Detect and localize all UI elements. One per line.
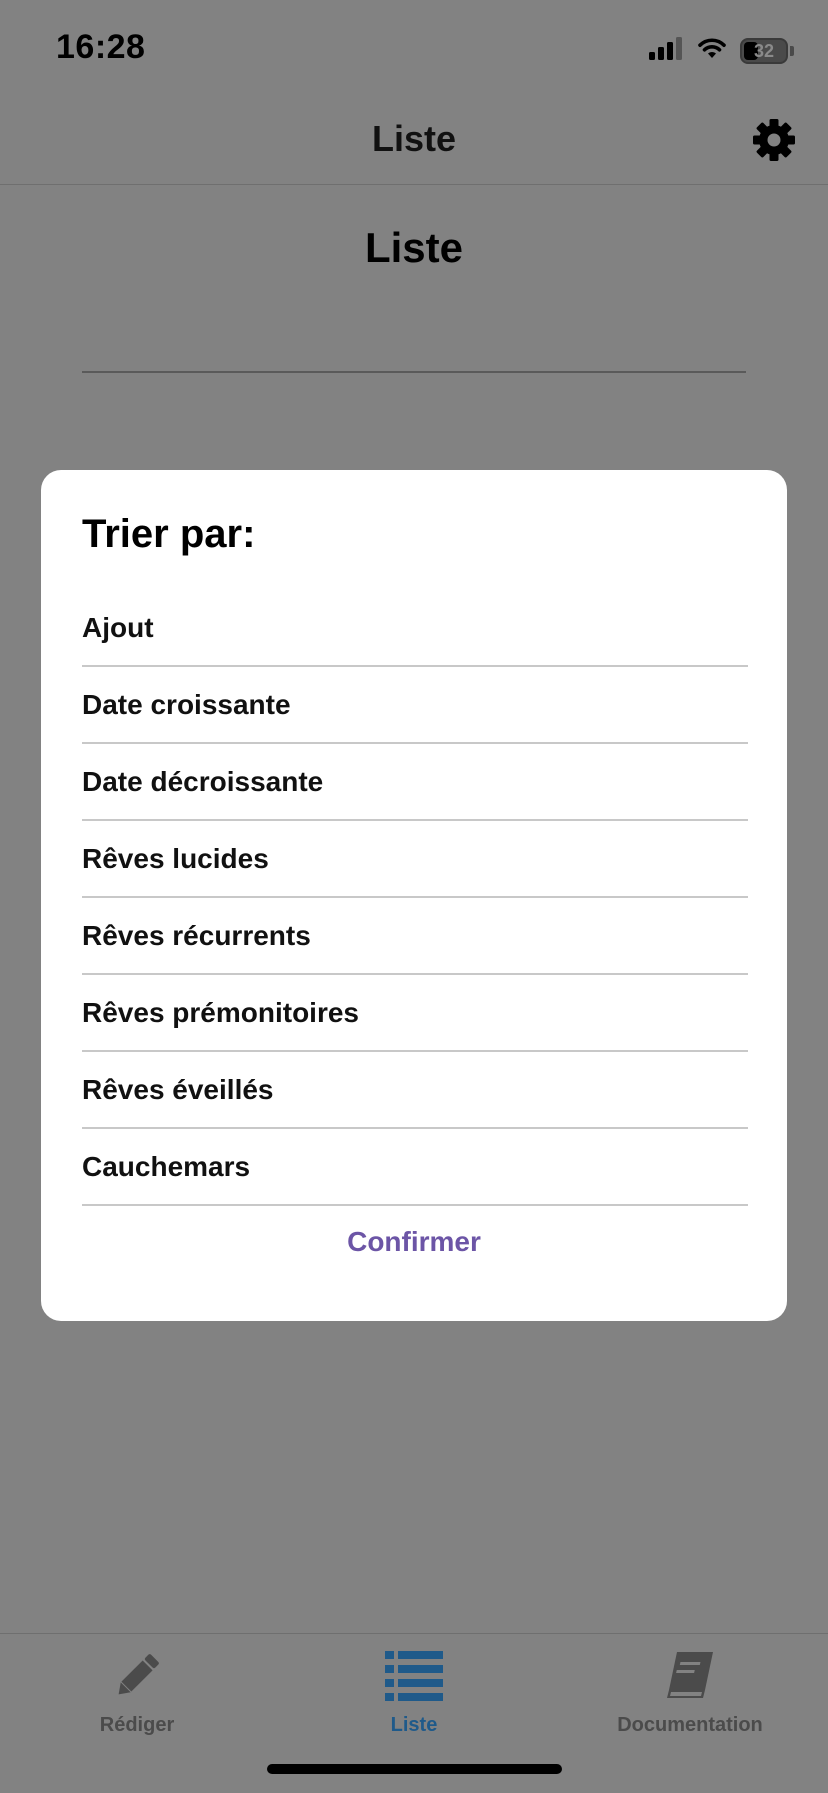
battery-icon: 32 bbox=[740, 37, 788, 64]
page-divider bbox=[82, 371, 746, 373]
page-heading: Liste bbox=[364, 224, 464, 271]
header-title: Liste bbox=[371, 118, 457, 159]
navigation-header: Liste bbox=[0, 96, 828, 185]
status-bar: 16:28 32 bbox=[0, 0, 828, 96]
tab-liste[interactable]: Liste bbox=[364, 1648, 464, 1737]
sort-option-reves-lucides[interactable]: Rêves lucides bbox=[82, 821, 748, 898]
wifi-icon bbox=[696, 36, 728, 65]
sort-option-reves-eveilles[interactable]: Rêves éveillés bbox=[82, 1052, 748, 1129]
book-icon bbox=[658, 1648, 722, 1704]
status-time: 16:28 bbox=[56, 28, 146, 66]
list-icon bbox=[382, 1648, 446, 1704]
home-indicator bbox=[267, 1764, 562, 1774]
sort-option-ajout[interactable]: Ajout bbox=[82, 590, 748, 667]
tab-label-documentation: Documentation bbox=[617, 1714, 763, 1736]
battery-level: 32 bbox=[753, 40, 775, 61]
sort-option-date-decroissante[interactable]: Date décroissante bbox=[82, 744, 748, 821]
modal-title: Trier par: bbox=[82, 512, 256, 556]
tab-label-rediger: Rédiger bbox=[99, 1714, 175, 1736]
pencil-icon bbox=[105, 1648, 169, 1704]
sort-option-date-croissante[interactable]: Date croissante bbox=[82, 667, 748, 744]
tab-label-liste: Liste bbox=[390, 1714, 438, 1736]
sort-modal: Trier par: Ajout Date croissante Date dé… bbox=[41, 470, 787, 1321]
settings-button[interactable] bbox=[750, 116, 798, 164]
status-icons: 32 bbox=[648, 36, 794, 65]
sort-option-cauchemars[interactable]: Cauchemars bbox=[82, 1129, 748, 1206]
sort-options-list: Ajout Date croissante Date décroissante … bbox=[82, 590, 748, 1206]
tab-rediger[interactable]: Rédiger bbox=[80, 1648, 194, 1737]
confirm-button[interactable]: Confirmer bbox=[41, 1226, 787, 1258]
gear-icon bbox=[753, 119, 795, 161]
battery-cap bbox=[790, 45, 794, 56]
cellular-signal-icon bbox=[648, 36, 684, 65]
sort-option-reves-premonitoires[interactable]: Rêves prémonitoires bbox=[82, 975, 748, 1052]
sort-option-reves-recurrents[interactable]: Rêves récurrents bbox=[82, 898, 748, 975]
tab-documentation[interactable]: Documentation bbox=[604, 1648, 776, 1737]
